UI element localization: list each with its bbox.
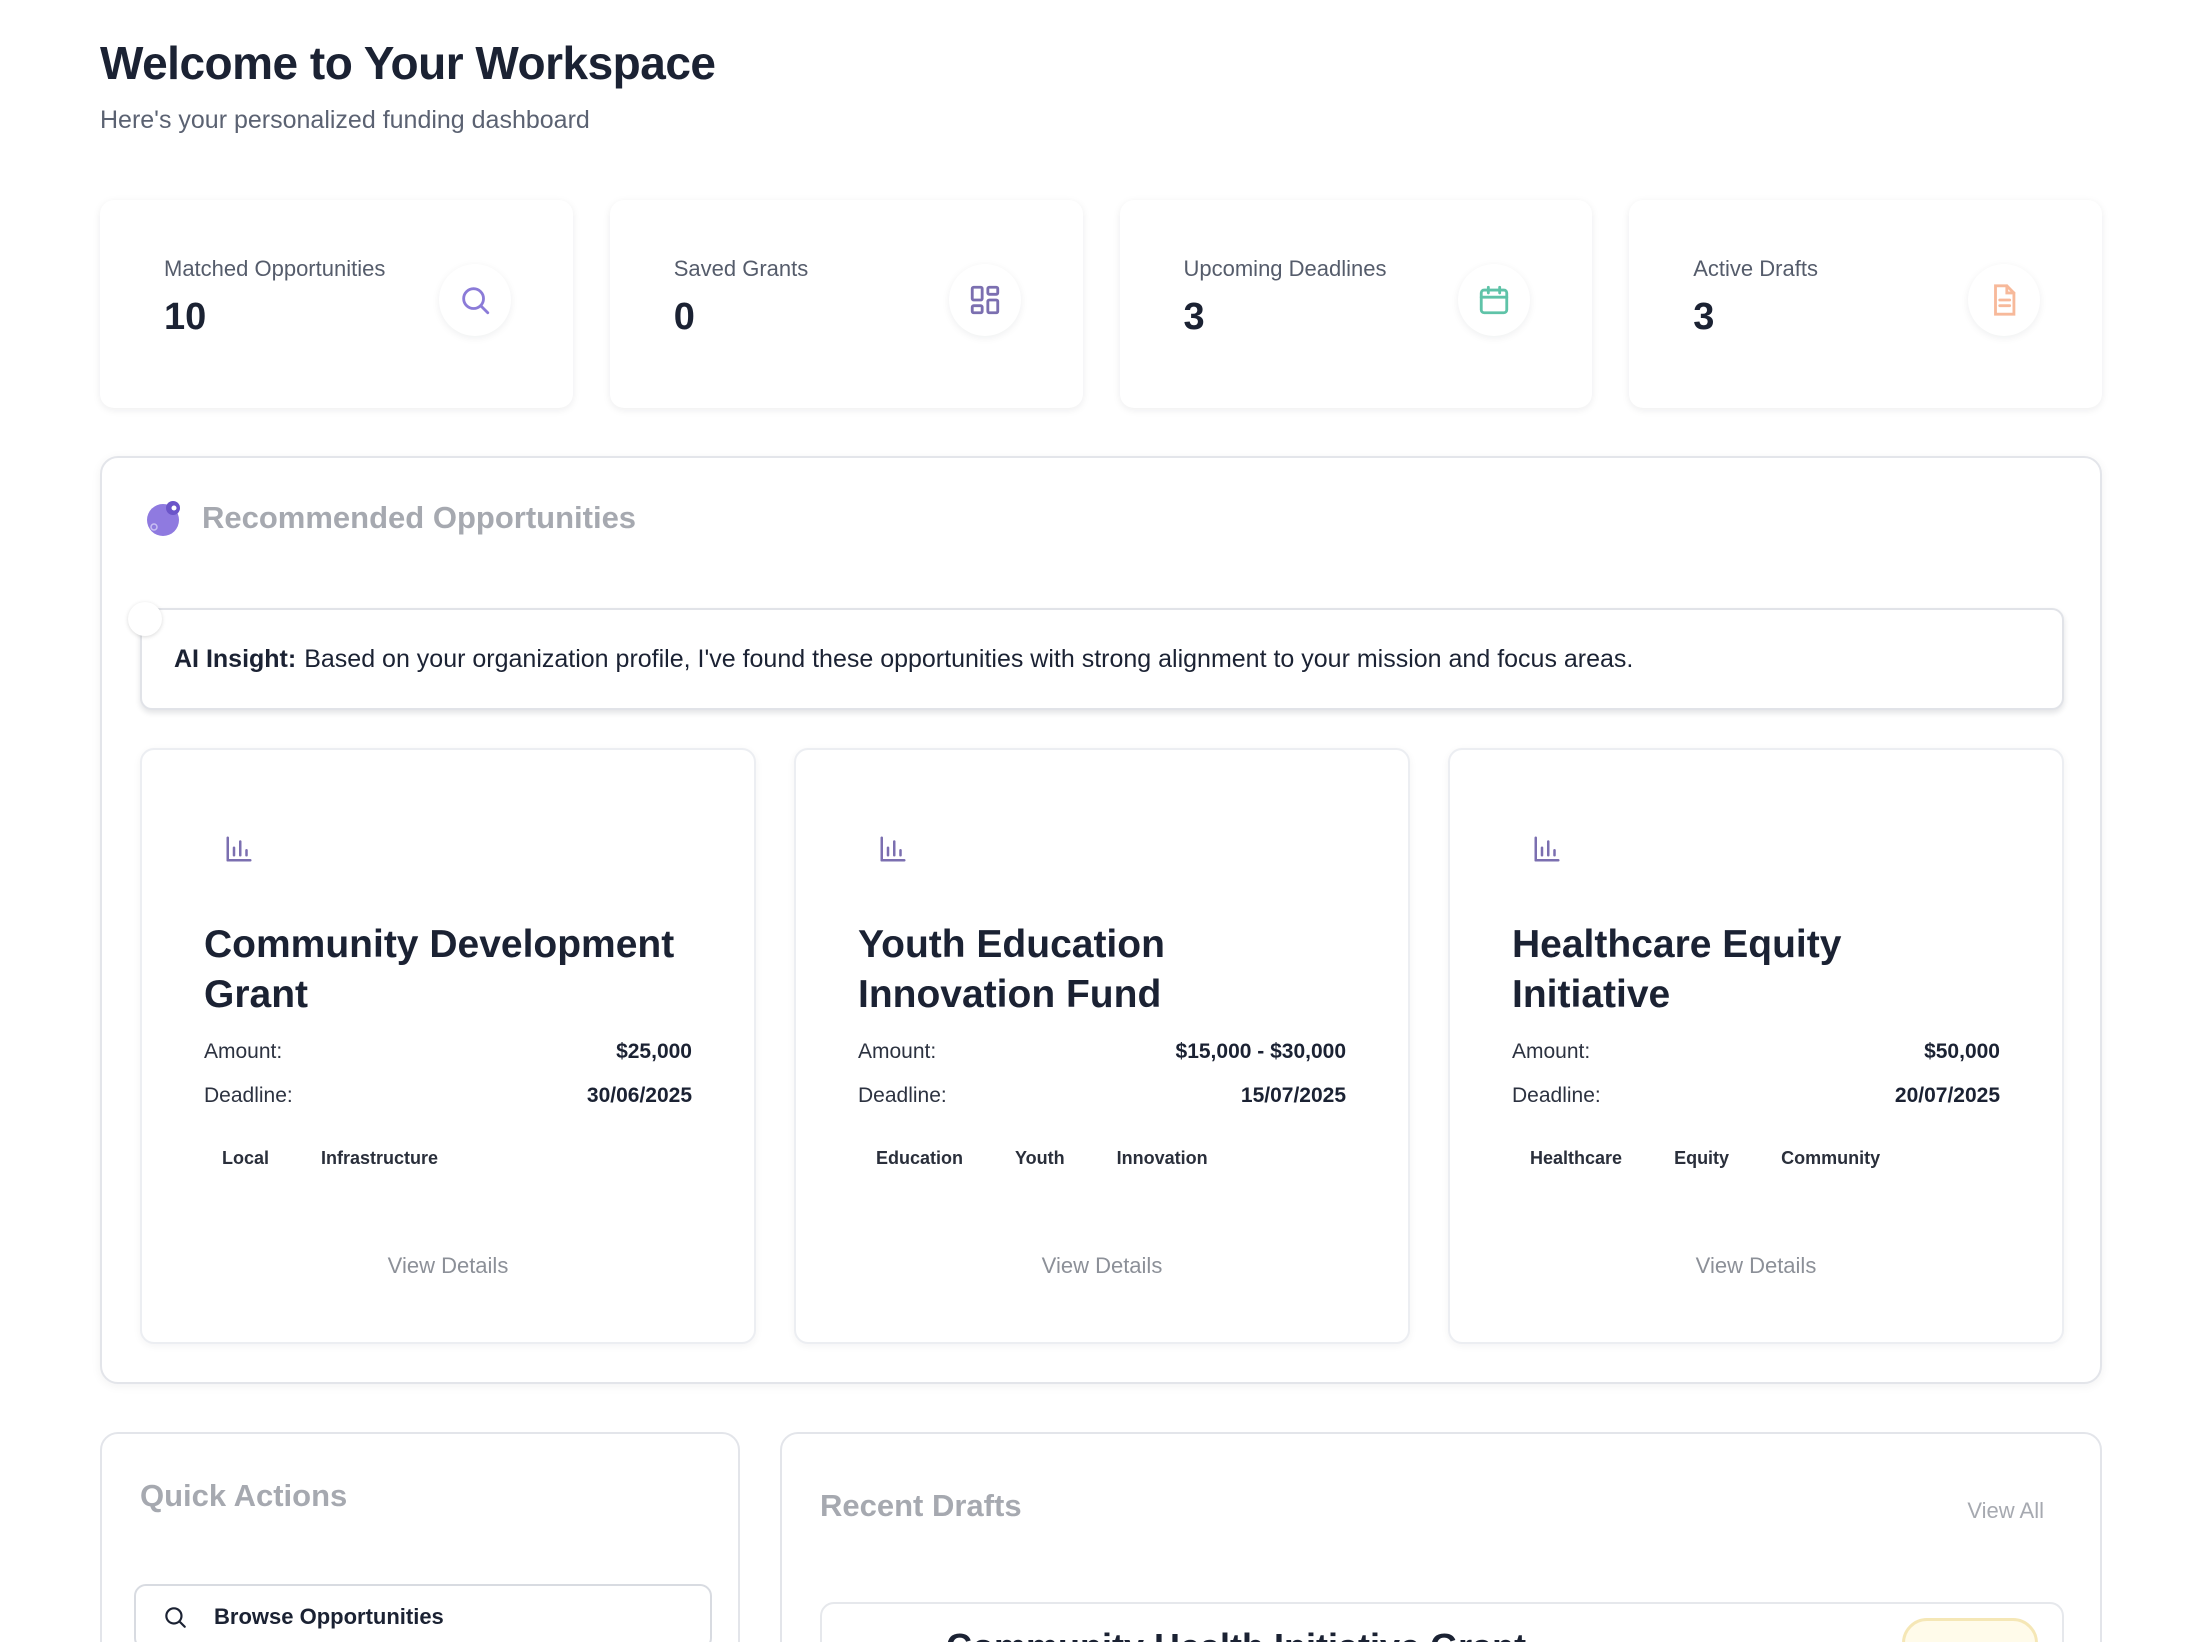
opportunity-title: Youth Education Innovation Fund <box>858 923 1165 1016</box>
opportunity-title: Community Development Grant <box>204 923 675 1016</box>
page-subtitle: Here's your personalized funding dashboa… <box>100 106 590 134</box>
deadline-label: Deadline: <box>858 1084 947 1107</box>
stat-card-active-drafts[interactable]: Active Drafts 3 <box>1629 200 2102 408</box>
opportunity-card-body: Youth Education Innovation Fund Amount: … <box>858 920 1346 1279</box>
recommended-opportunities-section: Recommended Opportunities AI Insight: Ba… <box>100 456 2102 1384</box>
amount-row: Amount: $15,000 - $30,000 <box>858 1030 1346 1074</box>
amount-label: Amount: <box>1512 1040 1591 1063</box>
tag[interactable]: Equity <box>1656 1142 1748 1175</box>
draft-item[interactable]: Community Health Initiative Grant <box>820 1602 2064 1642</box>
search-icon <box>165 1607 186 1628</box>
ai-insight-banner: AI Insight: Based on your organization p… <box>128 602 2064 710</box>
opportunity-title: Healthcare Equity Initiative <box>1512 923 1842 1016</box>
deadline-row: Deadline: 20/07/2025 <box>1512 1074 2000 1118</box>
document-icon <box>1968 264 2040 336</box>
amount-label: Amount: <box>858 1040 937 1063</box>
deadline-value: 30/06/2025 <box>586 1084 692 1107</box>
browse-opportunities-label: Browse Opportunities <box>214 1604 444 1629</box>
opportunity-card-body: Healthcare Equity Initiative Amount: $50… <box>1512 920 2000 1279</box>
amount-label: Amount: <box>204 1040 283 1063</box>
tag-list: Local Infrastructure <box>204 1142 692 1175</box>
amount-row: Amount: $50,000 <box>1512 1030 2000 1074</box>
recent-drafts-panel: Recent Drafts View All Community Health … <box>780 1432 2102 1642</box>
search-icon <box>438 264 511 336</box>
stat-label: Saved Grants <box>673 256 809 281</box>
amount-value: $15,000 - $30,000 <box>1175 1040 1346 1063</box>
view-all-link[interactable]: View All <box>1967 1498 2044 1524</box>
tag[interactable]: Innovation <box>1098 1142 1226 1175</box>
stats-row: Matched Opportunities 10 Saved Grants 0 … <box>100 200 2102 408</box>
quick-actions-panel: Quick Actions Browse Opportunities <box>100 1432 740 1642</box>
quick-actions-title: Quick Actions <box>140 1478 348 1513</box>
dashboard-page: Welcome to Your Workspace Here's your pe… <box>100 0 2102 1642</box>
bar-chart-icon <box>226 836 252 862</box>
stat-card-saved-grants[interactable]: Saved Grants 0 <box>609 200 1083 408</box>
stat-value: 3 <box>1183 296 1205 338</box>
insight-label: AI Insight: <box>174 644 297 673</box>
stat-value: 0 <box>673 296 695 338</box>
tag[interactable]: Youth <box>997 1142 1083 1175</box>
draft-title: Community Health Initiative Grant <box>946 1626 1526 1642</box>
deadline-row: Deadline: 30/06/2025 <box>204 1074 692 1118</box>
insight-text: Based on your organization profile, I've… <box>304 644 1634 673</box>
opportunity-card[interactable]: Youth Education Innovation Fund Amount: … <box>794 748 1410 1344</box>
tag[interactable]: Community <box>1763 1142 1899 1175</box>
stat-value: 3 <box>1693 296 1715 338</box>
stat-value: 10 <box>164 296 207 338</box>
deadline-label: Deadline: <box>204 1084 293 1107</box>
recommended-title: Recommended Opportunities <box>202 500 637 535</box>
tag-list: Education Youth Innovation <box>858 1142 1346 1175</box>
page-title: Welcome to Your Workspace <box>100 37 716 89</box>
recommended-header: Recommended Opportunities <box>144 498 636 538</box>
opportunity-cards: Community Development Grant Amount: $25,… <box>140 748 2064 1344</box>
bar-chart-icon <box>880 836 906 862</box>
insight-dot <box>128 602 162 636</box>
tag[interactable]: Healthcare <box>1512 1142 1641 1175</box>
opportunity-card[interactable]: Healthcare Equity Initiative Amount: $50… <box>1448 748 2064 1344</box>
tag[interactable]: Infrastructure <box>303 1142 457 1175</box>
stat-card-matched-opportunities[interactable]: Matched Opportunities 10 <box>100 200 573 408</box>
amount-value: $25,000 <box>616 1040 692 1063</box>
status-badge <box>1902 1618 2038 1642</box>
deadline-row: Deadline: 15/07/2025 <box>858 1074 1346 1118</box>
opportunity-card-body: Community Development Grant Amount: $25,… <box>204 920 692 1279</box>
calendar-icon <box>1458 264 1531 336</box>
bar-chart-icon <box>1534 836 1560 862</box>
deadline-label: Deadline: <box>1512 1084 1601 1107</box>
ai-assistant-icon <box>147 501 180 536</box>
tag[interactable]: Education <box>858 1142 982 1175</box>
view-details-button[interactable]: View Details <box>1512 1253 2000 1279</box>
deadline-value: 20/07/2025 <box>1894 1084 2000 1107</box>
stat-label: Active Drafts <box>1693 256 1818 281</box>
amount-value: $50,000 <box>1924 1040 2000 1063</box>
stat-label: Matched Opportunities <box>164 256 386 281</box>
tag[interactable]: Local <box>204 1142 288 1175</box>
opportunity-card[interactable]: Community Development Grant Amount: $25,… <box>140 748 756 1344</box>
view-details-button[interactable]: View Details <box>204 1253 692 1279</box>
recent-drafts-title: Recent Drafts <box>820 1488 1022 1523</box>
amount-row: Amount: $25,000 <box>204 1030 692 1074</box>
tag-list: Healthcare Equity Community <box>1512 1142 2000 1175</box>
browse-opportunities-button[interactable]: Browse Opportunities <box>134 1584 712 1642</box>
stat-card-upcoming-deadlines[interactable]: Upcoming Deadlines 3 <box>1119 200 1593 408</box>
grid-icon <box>948 264 1021 336</box>
view-details-button[interactable]: View Details <box>858 1253 1346 1279</box>
deadline-value: 15/07/2025 <box>1240 1084 1346 1107</box>
stat-label: Upcoming Deadlines <box>1183 256 1387 281</box>
